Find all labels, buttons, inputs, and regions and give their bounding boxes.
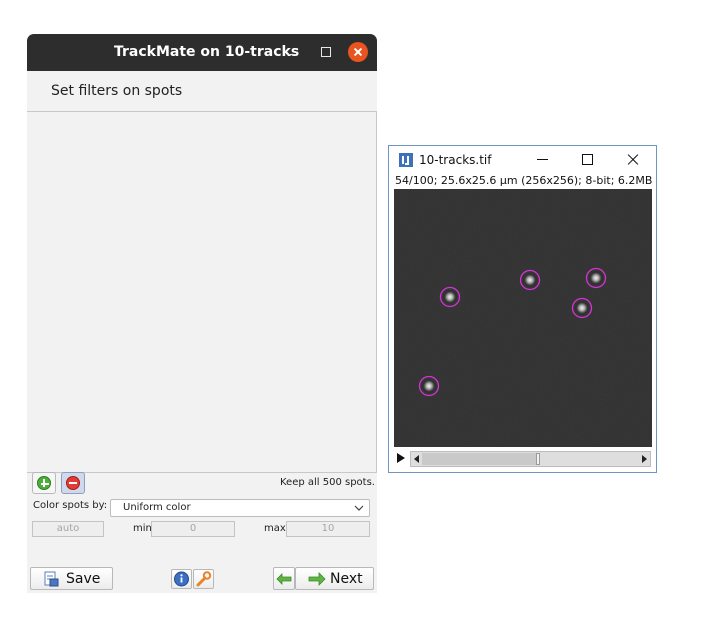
detected-spot[interactable] (585, 267, 607, 289)
detected-spot[interactable] (418, 375, 440, 397)
image-info-label: 54/100; 25.6x25.6 µm (256x256); 8-bit; 6… (395, 174, 653, 187)
trackmate-window: TrackMate on 10-tracks Set filters on sp… (27, 34, 377, 593)
add-filter-button[interactable] (32, 472, 56, 494)
frame-slider-thumb[interactable] (536, 453, 541, 465)
image-window: 10-tracks.tif 54/100; 25.6x25.6 µm (256x… (388, 145, 657, 473)
image-canvas[interactable] (394, 189, 652, 447)
frame-slider-fill (422, 453, 537, 465)
frame-slider[interactable] (410, 451, 651, 467)
plus-icon (37, 476, 51, 490)
save-button[interactable]: Save (30, 567, 113, 590)
maximize-icon[interactable] (321, 47, 331, 57)
info-icon (174, 571, 189, 587)
save-icon (44, 571, 59, 587)
minimize-icon[interactable] (286, 42, 296, 62)
minus-icon (66, 476, 80, 490)
detected-spot[interactable] (439, 286, 461, 308)
spot-count-label: Keep all 500 spots. (279, 477, 375, 488)
next-button-label: Next (330, 571, 363, 587)
close-icon[interactable] (348, 42, 368, 62)
color-by-select[interactable]: Uniform color (110, 499, 370, 517)
max-field[interactable]: 10 (286, 521, 370, 537)
image-window-title: 10-tracks.tif (419, 153, 492, 167)
chevron-down-icon (354, 505, 364, 511)
image-view (394, 189, 652, 447)
minimize-icon[interactable] (537, 159, 548, 160)
color-by-label: Color spots by: (33, 500, 108, 511)
min-field[interactable]: 0 (151, 521, 235, 537)
close-icon[interactable] (626, 153, 640, 167)
remove-filter-button[interactable] (61, 472, 85, 494)
arrow-right-icon (308, 572, 326, 586)
filters-panel (27, 111, 377, 473)
min-label: min (133, 523, 152, 534)
wrench-icon (196, 571, 212, 587)
imagej-icon (399, 153, 413, 167)
play-icon[interactable] (396, 451, 406, 465)
arrow-left-icon (276, 573, 292, 585)
maximize-icon[interactable] (582, 154, 593, 165)
chevron-left-icon[interactable] (413, 455, 421, 463)
image-window-titlebar[interactable]: 10-tracks.tif (389, 146, 656, 175)
detected-spot[interactable] (571, 297, 593, 319)
next-button[interactable]: Next (295, 567, 374, 590)
trackmate-window-title: TrackMate on 10-tracks (114, 44, 300, 60)
settings-button[interactable] (193, 569, 214, 589)
detected-spot[interactable] (519, 269, 541, 291)
auto-button[interactable]: auto (32, 521, 104, 537)
panel-heading: Set filters on spots (51, 83, 183, 99)
color-by-value: Uniform color (123, 502, 191, 513)
info-button[interactable] (171, 569, 192, 589)
chevron-right-icon[interactable] (640, 455, 648, 463)
max-label: max (264, 523, 286, 534)
previous-button[interactable] (273, 567, 295, 590)
save-button-label: Save (66, 571, 101, 587)
trackmate-titlebar[interactable]: TrackMate on 10-tracks (27, 34, 377, 71)
